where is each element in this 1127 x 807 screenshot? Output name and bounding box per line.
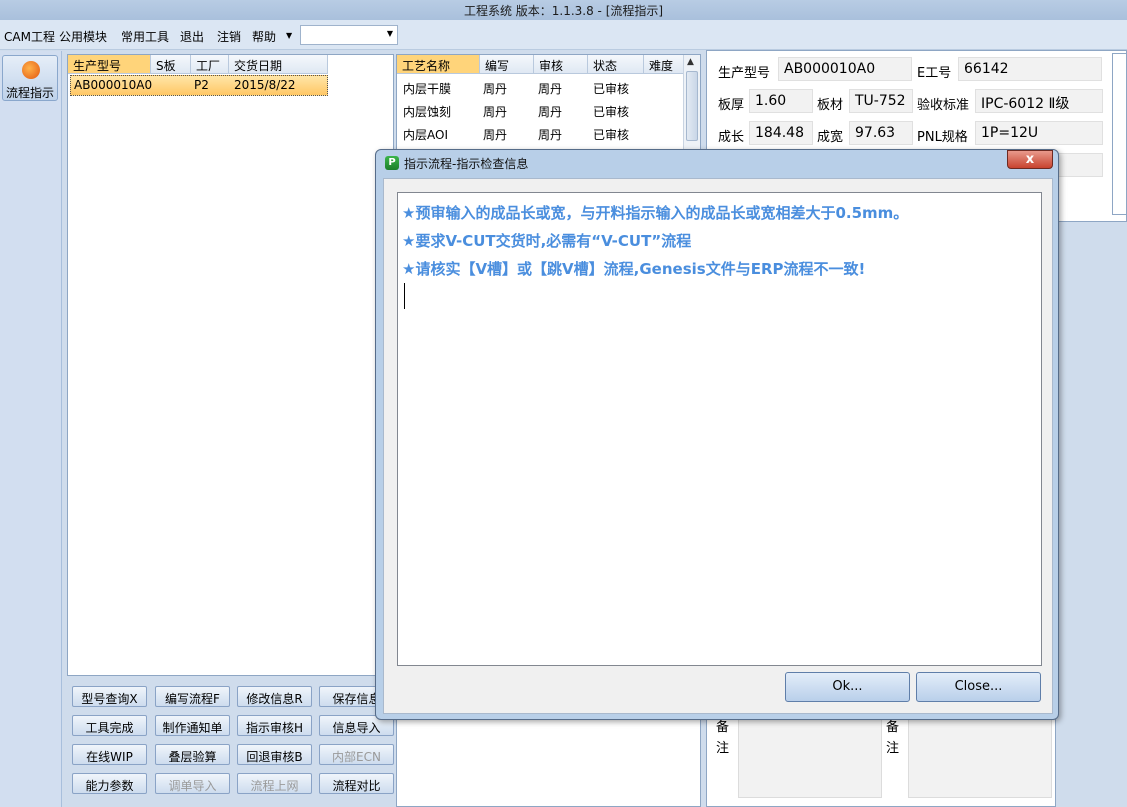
process-table[interactable]: 工艺名称 编写 审核 状态 难度 内层干膜 周丹 周丹 已审核 内层蚀刻 周丹 … bbox=[396, 54, 701, 150]
process-writer: 周丹 bbox=[483, 105, 508, 119]
length-field[interactable]: 184.48 bbox=[749, 121, 813, 145]
instruction-review-button[interactable]: 指示审核H bbox=[237, 715, 312, 736]
process-reviewer: 周丹 bbox=[538, 128, 563, 142]
dialog-title: 指示流程-指示检查信息 bbox=[404, 157, 529, 171]
scroll-up-icon[interactable]: ▲ bbox=[687, 57, 694, 67]
menu-common-modules[interactable]: 公用模块 bbox=[59, 28, 107, 45]
check-info-dialog: P 指示流程-指示检查信息 x ★预审输入的成品长或宽，与开料指示输入的成品长或… bbox=[375, 149, 1059, 720]
orders-header-model[interactable]: 生产型号 bbox=[68, 55, 151, 74]
message-line: ★预审输入的成品长或宽，与开料指示输入的成品长或宽相差大于0.5mm。 bbox=[402, 204, 909, 222]
engineer-label: E工号 bbox=[917, 66, 952, 81]
standard-field[interactable]: IPC-6012 Ⅱ级 bbox=[975, 89, 1103, 113]
process-writer: 周丹 bbox=[483, 128, 508, 142]
flow-indicator-button[interactable]: 流程指示 bbox=[2, 55, 58, 101]
memo-right-field[interactable] bbox=[908, 718, 1052, 798]
width-label: 成宽 bbox=[817, 130, 844, 145]
order-import-button[interactable]: 调单导入 bbox=[155, 773, 230, 794]
material-label: 板材 bbox=[817, 98, 844, 113]
tool-complete-button[interactable]: 工具完成 bbox=[72, 715, 147, 736]
window-title: 工程系统 版本：1.1.3.8 - [流程指示] bbox=[463, 4, 664, 18]
standard-label: 验收标准 bbox=[917, 98, 970, 113]
order-factory: P2 bbox=[194, 78, 209, 92]
modify-info-button[interactable]: 修改信息R bbox=[237, 686, 312, 707]
process-name[interactable]: 内层蚀刻 bbox=[403, 103, 451, 120]
rollback-review-button[interactable]: 回退审核B bbox=[237, 744, 312, 765]
help-dropdown-icon[interactable]: ▼ bbox=[286, 31, 292, 40]
flow-indicator-label: 流程指示 bbox=[5, 86, 54, 100]
length-label: 成长 bbox=[718, 130, 745, 145]
menu-help[interactable]: 帮助 bbox=[252, 28, 276, 45]
thickness-field[interactable]: 1.60 bbox=[749, 89, 813, 113]
order-date: 2015/8/22 bbox=[234, 78, 296, 92]
middle-lower-panel bbox=[396, 717, 701, 807]
process-header-status[interactable]: 状态 bbox=[588, 55, 644, 74]
stackup-check-button[interactable]: 叠层验算 bbox=[155, 744, 230, 765]
dialog-close-icon[interactable]: x bbox=[1007, 150, 1053, 169]
process-scrollbar[interactable]: ▲ bbox=[683, 55, 700, 150]
message-line: ★要求V-CUT交货时,必需有“V-CUT”流程 bbox=[402, 232, 692, 250]
dialog-body: ★预审输入的成品长或宽，与开料指示输入的成品长或宽相差大于0.5mm。 ★要求V… bbox=[383, 178, 1053, 714]
pnl-field[interactable]: 1P=12U bbox=[975, 121, 1103, 145]
material-field[interactable]: TU-752 bbox=[849, 89, 913, 113]
process-header-difficulty[interactable]: 难度 bbox=[644, 55, 684, 74]
process-status: 已审核 bbox=[593, 128, 630, 142]
process-writer: 周丹 bbox=[483, 82, 508, 96]
left-sidebar: 流程指示 bbox=[0, 51, 62, 807]
ok-button[interactable]: Ok... bbox=[785, 672, 910, 702]
write-flow-button[interactable]: 编写流程F bbox=[155, 686, 230, 707]
table-row[interactable]: AB000010A0 P2 2015/8/22 bbox=[70, 75, 328, 96]
orders-header-factory[interactable]: 工厂 bbox=[191, 55, 229, 74]
window-titlebar: 工程系统 版本：1.1.3.8 - [流程指示] bbox=[0, 0, 1127, 20]
make-notice-button[interactable]: 制作通知单 bbox=[155, 715, 230, 736]
process-status: 已审核 bbox=[593, 82, 630, 96]
text-caret bbox=[404, 283, 405, 309]
close-button[interactable]: Close... bbox=[916, 672, 1041, 702]
toolbar-combo[interactable]: ▼ bbox=[300, 25, 398, 45]
flow-icon bbox=[22, 61, 40, 79]
process-reviewer: 周丹 bbox=[538, 105, 563, 119]
order-model: AB000010A0 bbox=[74, 78, 153, 92]
app-icon: P bbox=[385, 156, 399, 170]
process-name[interactable]: 内层AOI bbox=[403, 126, 448, 143]
menu-cam[interactable]: CAM工程 bbox=[4, 28, 55, 45]
model-field[interactable]: AB000010A0 bbox=[778, 57, 912, 81]
internal-ecn-button[interactable]: 内部ECN bbox=[319, 744, 394, 765]
process-reviewer: 周丹 bbox=[538, 82, 563, 96]
scroll-thumb[interactable] bbox=[686, 71, 698, 141]
menu-logout[interactable]: 注销 bbox=[217, 28, 241, 45]
model-label: 生产型号 bbox=[718, 66, 771, 81]
process-name[interactable]: 内层干膜 bbox=[403, 80, 451, 97]
memo-left-field[interactable] bbox=[738, 718, 882, 798]
engineer-field[interactable]: 66142 bbox=[958, 57, 1102, 81]
menu-tools[interactable]: 常用工具 bbox=[121, 28, 169, 45]
side-subpanel bbox=[1112, 53, 1127, 215]
memo-panel: 备注 备注 bbox=[706, 717, 1056, 807]
capability-params-button[interactable]: 能力参数 bbox=[72, 773, 147, 794]
pnl-label: PNL规格 bbox=[917, 130, 968, 145]
message-area[interactable]: ★预审输入的成品长或宽，与开料指示输入的成品长或宽相差大于0.5mm。 ★要求V… bbox=[397, 192, 1042, 666]
process-header-reviewer[interactable]: 审核 bbox=[534, 55, 588, 74]
chevron-down-icon[interactable]: ▼ bbox=[387, 29, 393, 38]
flow-compare-button[interactable]: 流程对比 bbox=[319, 773, 394, 794]
width-field[interactable]: 97.63 bbox=[849, 121, 913, 145]
menu-exit[interactable]: 退出 bbox=[180, 28, 204, 45]
thickness-label: 板厚 bbox=[718, 98, 745, 113]
process-status: 已审核 bbox=[593, 105, 630, 119]
model-query-button[interactable]: 型号查询X bbox=[72, 686, 147, 707]
menu-bar: CAM工程 公用模块 常用工具 退出 注销 帮助 ▼ ▼ bbox=[0, 20, 1127, 50]
flow-upload-button[interactable]: 流程上网 bbox=[237, 773, 312, 794]
memo-label-right: 备注 bbox=[886, 720, 900, 756]
orders-table[interactable]: 生产型号 S板 工厂 交货日期 AB000010A0 P2 2015/8/22 bbox=[67, 54, 394, 676]
memo-label-left: 备注 bbox=[716, 720, 730, 756]
online-wip-button[interactable]: 在线WIP bbox=[72, 744, 147, 765]
orders-header-s[interactable]: S板 bbox=[151, 55, 191, 74]
message-line: ★请核实【V槽】或【跳V槽】流程,Genesis文件与ERP流程不一致! bbox=[402, 260, 866, 278]
orders-header-date[interactable]: 交货日期 bbox=[229, 55, 328, 74]
process-header-name[interactable]: 工艺名称 bbox=[397, 55, 480, 74]
process-header-writer[interactable]: 编写 bbox=[480, 55, 534, 74]
